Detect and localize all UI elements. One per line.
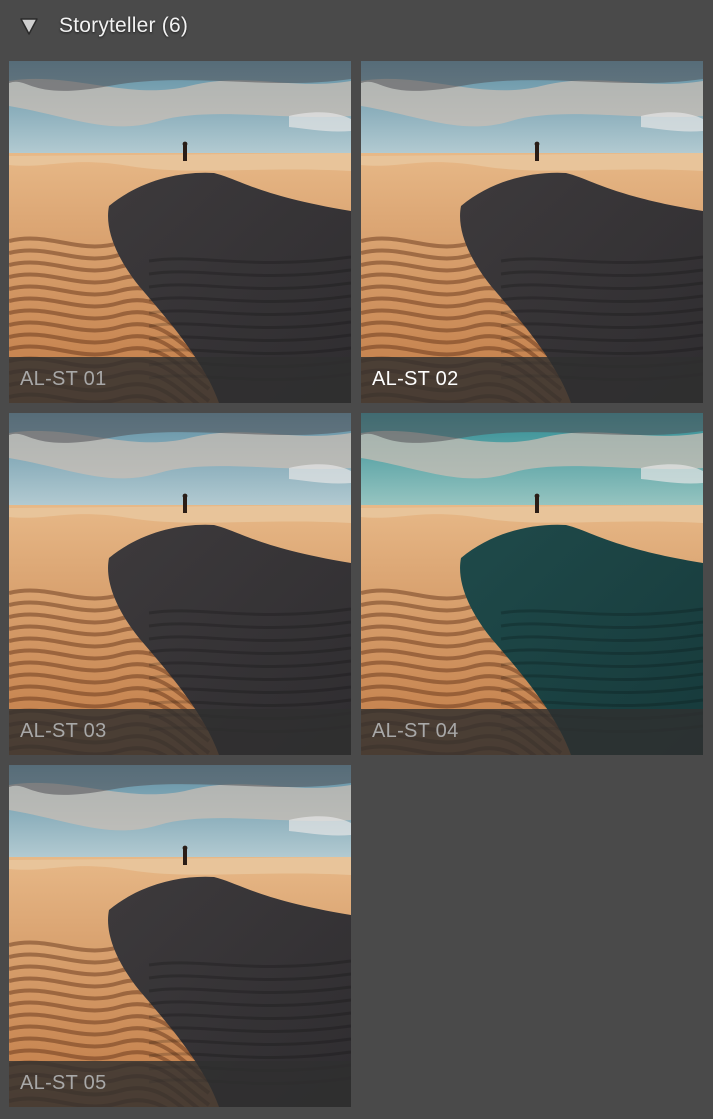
preset-label: AL-ST 04	[372, 720, 459, 742]
preset-preview-image	[361, 413, 703, 755]
preset-label: AL-ST 05	[20, 1072, 107, 1094]
preset-caption-bar: AL-ST 03	[9, 709, 351, 755]
preset-group-header[interactable]: Storyteller (6)	[0, 0, 713, 56]
preset-thumbnail[interactable]: AL-ST 04	[361, 413, 703, 755]
preset-thumbnail[interactable]: AL-ST 01	[9, 61, 351, 403]
preset-preview-image	[9, 413, 351, 755]
preset-preview-image	[9, 61, 351, 403]
preset-thumbnail[interactable]: AL-ST 05	[9, 765, 351, 1107]
preset-preview-image	[361, 61, 703, 403]
preset-thumbnail[interactable]: AL-ST 02	[361, 61, 703, 403]
disclosure-triangle-down-icon[interactable]	[18, 15, 40, 37]
preset-label: AL-ST 01	[20, 368, 107, 390]
preset-caption-bar: AL-ST 01	[9, 357, 351, 403]
preset-label: AL-ST 02	[372, 368, 459, 390]
group-title: Storyteller (6)	[59, 14, 189, 37]
preset-preview-image	[9, 765, 351, 1107]
preset-caption-bar: AL-ST 05	[9, 1061, 351, 1107]
preset-thumbnail[interactable]: AL-ST 03	[9, 413, 351, 755]
preset-label: AL-ST 03	[20, 720, 107, 742]
preset-caption-bar: AL-ST 04	[361, 709, 703, 755]
preset-caption-bar: AL-ST 02	[361, 357, 703, 403]
